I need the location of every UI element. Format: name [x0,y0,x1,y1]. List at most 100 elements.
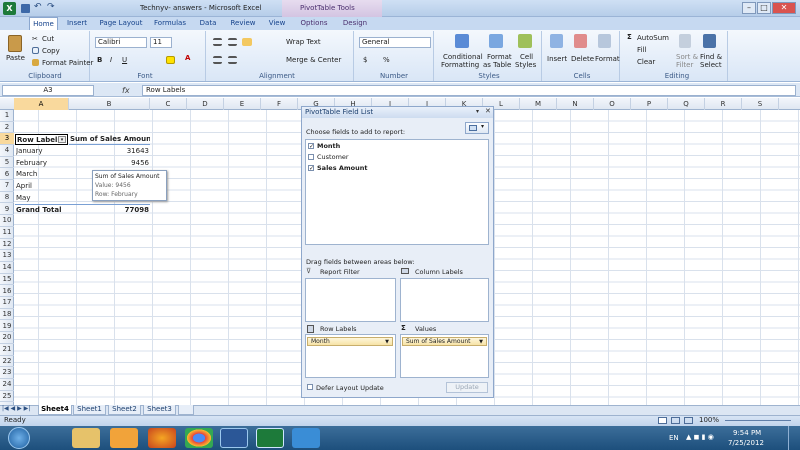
update-button[interactable]: Update [446,382,488,393]
pivot-row-label[interactable]: January [16,146,68,157]
tab-home[interactable]: Home [29,17,58,30]
fill-color-icon[interactable] [166,56,175,64]
row-header-16[interactable]: 16 [0,286,14,297]
row-header-11[interactable]: 11 [0,227,14,239]
tab-review[interactable]: Review [227,17,259,30]
media-player-taskbar-icon[interactable] [110,428,138,448]
percent-button[interactable]: % [383,56,390,64]
formula-input[interactable]: Row Labels [142,85,796,96]
row-header-7[interactable]: 7 [0,180,14,192]
row-header-24[interactable]: 24 [0,379,14,391]
excel-taskbar-icon[interactable] [256,428,284,448]
page-layout-view-icon[interactable] [671,417,680,424]
find-select-label-2[interactable]: Select [700,61,722,69]
row-header-21[interactable]: 21 [0,344,14,356]
align-center-icon[interactable] [228,38,237,46]
field-checkbox-customer[interactable] [308,154,314,160]
italic-button[interactable]: I [110,56,112,64]
clear-button[interactable]: Clear [637,58,655,66]
save-icon[interactable] [21,4,30,13]
column-header-r[interactable]: R [705,98,742,110]
paste-button[interactable]: Paste [6,54,25,62]
sheet-tab-sheet3[interactable]: Sheet3 [143,405,176,415]
row-header-10[interactable]: 10 [0,215,14,227]
column-header-n[interactable]: N [557,98,594,110]
column-header-b[interactable]: B [69,98,150,110]
conditional-formatting-label-2[interactable]: Formatting [441,61,479,69]
show-desktop-button[interactable] [788,426,800,450]
delete-cells-button[interactable]: Delete [571,55,594,63]
row-header-12[interactable]: 12 [0,239,14,251]
tab-page-layout[interactable]: Page Layout [96,17,146,30]
row-header-4[interactable]: 4 [0,145,14,157]
conditional-formatting-icon[interactable] [455,34,469,48]
field-label-sales-amount[interactable]: Sales Amount [317,164,367,172]
grand-total-value[interactable]: 77098 [69,204,150,215]
number-format-select[interactable]: General [359,37,431,48]
row-header-3[interactable]: 3 [0,133,14,145]
clock-time[interactable]: 9:54 PM [733,429,761,437]
find-select-label[interactable]: Find & [700,53,722,61]
pivot-row-value[interactable]: 31643 [69,146,149,157]
conditional-formatting-label[interactable]: Conditional [443,53,483,61]
font-color-icon[interactable]: A [185,54,190,62]
cell-styles-icon[interactable] [518,34,532,48]
maximize-button[interactable]: □ [757,2,771,14]
font-name-select[interactable]: Calibri [95,37,147,48]
explorer-taskbar-icon[interactable] [72,428,100,448]
insert-cells-button[interactable]: Insert [547,55,567,63]
tab-design[interactable]: Design [339,17,371,30]
pane-close-icon[interactable]: ✕ [485,107,491,115]
font-size-select[interactable]: 11 [150,37,172,48]
row-header-6[interactable]: 6 [0,169,14,180]
start-button[interactable] [8,427,30,449]
merge-center-button[interactable]: Merge & Center [286,56,341,64]
firefox-taskbar-icon[interactable] [148,428,176,448]
chrome-taskbar-icon[interactable] [185,428,213,448]
sheet-tab-sheet4[interactable]: Sheet4 [38,405,72,415]
underline-button[interactable]: U [122,56,127,64]
pivot-row-label[interactable]: May [16,193,68,204]
format-cells-button[interactable]: Format [595,55,620,63]
copy-button[interactable]: Copy [42,47,60,55]
language-indicator[interactable]: EN [669,434,679,442]
row-header-23[interactable]: 23 [0,367,14,379]
column-header-a[interactable]: A [14,98,69,110]
field-checkbox-month[interactable]: ✓ [308,143,314,150]
row-header-2[interactable]: 2 [0,122,14,134]
column-header-c[interactable]: C [150,98,187,110]
tab-options[interactable]: Options [297,17,331,30]
row-header-18[interactable]: 18 [0,309,14,321]
tab-data[interactable]: Data [196,17,220,30]
row-header-5[interactable]: 5 [0,157,14,169]
defer-layout-checkbox[interactable] [307,384,313,390]
format-cells-icon[interactable] [598,34,611,48]
grand-total-label[interactable]: Grand Total [15,204,69,215]
wrap-text-button[interactable]: Wrap Text [286,38,321,46]
name-box[interactable]: A3 [2,85,94,96]
pivot-header-values[interactable]: Sum of Sales Amount [69,134,150,145]
format-painter-button[interactable]: Format Painter [42,59,93,67]
excel-logo-icon[interactable]: X [3,2,16,15]
close-button[interactable]: ✕ [772,2,796,14]
column-header-m[interactable]: M [520,98,557,110]
value-field-sum[interactable]: Sum of Sales Amount ▼ [402,337,487,346]
zoom-slider[interactable] [725,420,791,421]
format-as-table-label[interactable]: Format [487,53,512,61]
insert-cells-icon[interactable] [550,34,563,48]
zoom-level[interactable]: 100% [699,416,719,424]
align-middle-icon[interactable] [213,38,222,46]
format-as-table-icon[interactable] [489,34,503,48]
bold-button[interactable]: B [97,56,102,64]
row-header-14[interactable]: 14 [0,262,14,274]
row-header-15[interactable]: 15 [0,274,14,286]
word-taskbar-icon[interactable] [220,428,248,448]
sort-filter-icon[interactable] [679,34,691,48]
row-header-22[interactable]: 22 [0,356,14,368]
pivot-row-label[interactable]: March [16,169,68,180]
cut-button[interactable]: Cut [42,35,54,43]
sheet-nav-icon[interactable]: |◀ ◀ ▶ ▶| [2,405,30,412]
column-labels-area[interactable] [400,278,489,322]
page-break-view-icon[interactable] [684,417,693,424]
row-header-13[interactable]: 13 [0,250,14,262]
